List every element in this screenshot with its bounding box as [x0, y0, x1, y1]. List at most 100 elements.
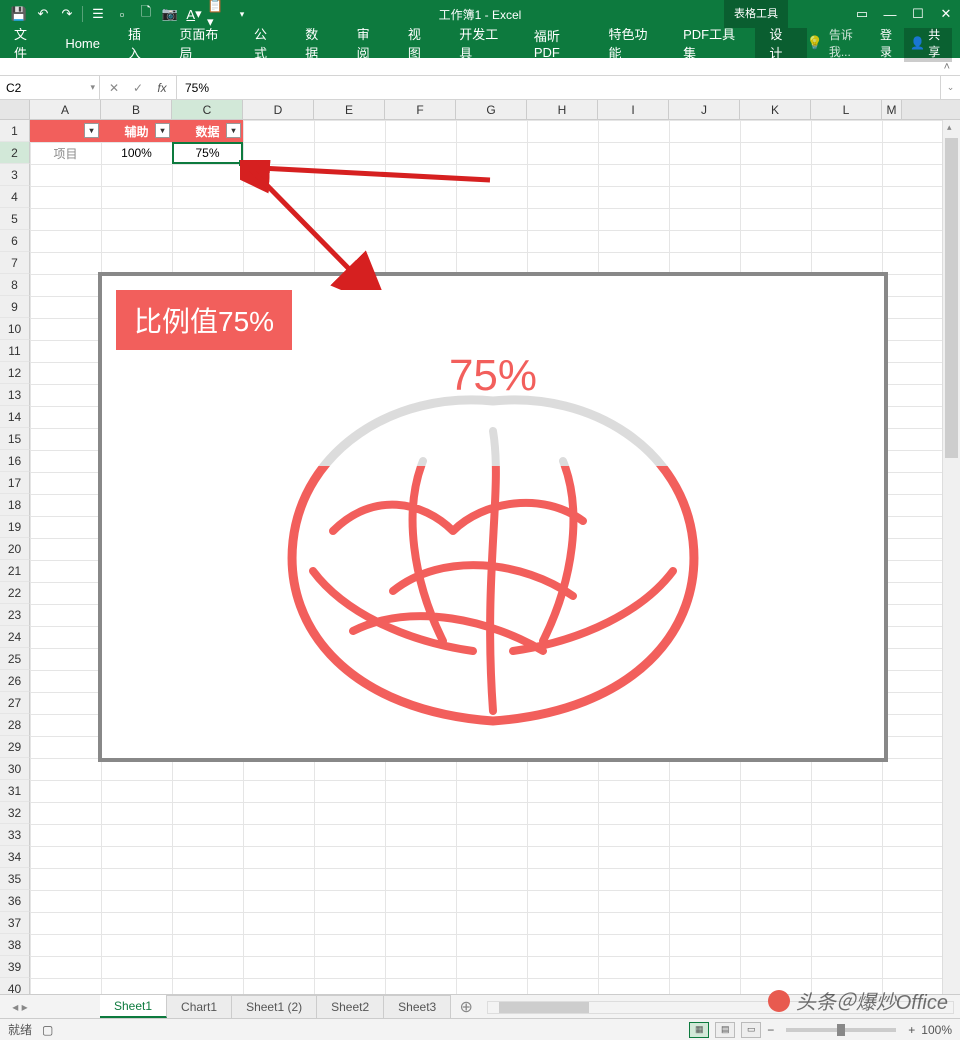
cell-B2[interactable]: 100% — [101, 142, 172, 164]
table-header-A1[interactable]: ▾ — [30, 120, 101, 142]
tab-layout[interactable]: 页面布局 — [165, 28, 240, 58]
col-D[interactable]: D — [243, 100, 314, 119]
filter-icon[interactable]: ▾ — [84, 123, 99, 138]
col-C[interactable]: C — [172, 100, 243, 119]
tab-design[interactable]: 设计 — [755, 28, 806, 58]
embedded-chart[interactable]: 比例值75% 75% — [98, 272, 888, 762]
tab-features[interactable]: 特色功能 — [594, 28, 669, 58]
row-27[interactable]: 27 — [0, 692, 30, 714]
fx-icon[interactable]: fx — [152, 81, 172, 95]
new-sheet-button[interactable]: ⊕ — [451, 995, 481, 1018]
touch-icon[interactable]: ☰ — [87, 3, 109, 25]
enter-icon[interactable]: ✓ — [128, 81, 148, 95]
redo-icon[interactable]: ↷ — [56, 3, 78, 25]
tab-data[interactable]: 数据 — [291, 28, 342, 58]
hscroll-thumb[interactable] — [499, 1002, 589, 1013]
sheet-tab-sheet1[interactable]: Sheet1 — [100, 994, 167, 1018]
row-30[interactable]: 30 — [0, 758, 30, 780]
row-39[interactable]: 39 — [0, 956, 30, 978]
col-A[interactable]: A — [30, 100, 101, 119]
row-15[interactable]: 15 — [0, 428, 30, 450]
tab-review[interactable]: 审阅 — [343, 28, 394, 58]
tell-me-input[interactable]: 告诉我... — [829, 26, 868, 60]
tab-developer[interactable]: 开发工具 — [445, 28, 520, 58]
row-36[interactable]: 36 — [0, 890, 30, 912]
row-23[interactable]: 23 — [0, 604, 30, 626]
tab-pdftools[interactable]: PDF工具集 — [669, 28, 755, 58]
row-17[interactable]: 17 — [0, 472, 30, 494]
row-31[interactable]: 31 — [0, 780, 30, 802]
table-header-B1[interactable]: 辅助 ▾ — [101, 120, 172, 142]
table-header-C1[interactable]: 数据 ▾ — [172, 120, 243, 142]
row-13[interactable]: 13 — [0, 384, 30, 406]
zoom-level[interactable]: 100% — [921, 1023, 952, 1037]
paste-icon[interactable]: 📋▾ — [207, 3, 229, 25]
row-3[interactable]: 3 — [0, 164, 30, 186]
tab-formulas[interactable]: 公式 — [240, 28, 291, 58]
row-12[interactable]: 12 — [0, 362, 30, 384]
zoom-slider[interactable] — [786, 1028, 896, 1032]
row-33[interactable]: 33 — [0, 824, 30, 846]
minimize-icon[interactable]: — — [876, 0, 904, 28]
row-18[interactable]: 18 — [0, 494, 30, 516]
sheet-tab-sheet1-2[interactable]: Sheet1 (2) — [232, 995, 317, 1018]
row-4[interactable]: 4 — [0, 186, 30, 208]
zoom-out-button[interactable]: − — [767, 1023, 774, 1037]
row-8[interactable]: 8 — [0, 274, 30, 296]
row-20[interactable]: 20 — [0, 538, 30, 560]
row-2[interactable]: 2 — [0, 142, 30, 164]
scroll-thumb[interactable] — [945, 138, 958, 458]
cell-A2[interactable]: 项目 — [30, 142, 101, 164]
row-37[interactable]: 37 — [0, 912, 30, 934]
row-32[interactable]: 32 — [0, 802, 30, 824]
sheet-tab-chart1[interactable]: Chart1 — [167, 995, 232, 1018]
row-38[interactable]: 38 — [0, 934, 30, 956]
formula-input[interactable]: 75% — [177, 76, 940, 99]
zoom-slider-thumb[interactable] — [837, 1024, 845, 1036]
new-icon[interactable]: ▫ — [111, 3, 133, 25]
tab-foxit[interactable]: 福昕PDF — [520, 28, 595, 58]
page-layout-view-icon[interactable]: ▤ — [715, 1022, 735, 1038]
row-24[interactable]: 24 — [0, 626, 30, 648]
normal-view-icon[interactable]: ▦ — [689, 1022, 709, 1038]
row-10[interactable]: 10 — [0, 318, 30, 340]
filter-icon[interactable]: ▾ — [155, 123, 170, 138]
select-all-corner[interactable] — [0, 100, 30, 119]
row-28[interactable]: 28 — [0, 714, 30, 736]
col-E[interactable]: E — [314, 100, 385, 119]
row-25[interactable]: 25 — [0, 648, 30, 670]
col-L[interactable]: L — [811, 100, 882, 119]
row-7[interactable]: 7 — [0, 252, 30, 274]
row-16[interactable]: 16 — [0, 450, 30, 472]
font-color-icon[interactable]: A▾ — [183, 3, 205, 25]
col-K[interactable]: K — [740, 100, 811, 119]
print-preview-icon[interactable]: 🗋 — [135, 3, 157, 25]
login-button[interactable]: 登录 — [880, 26, 900, 60]
tab-home[interactable]: Home — [51, 28, 114, 58]
qat-customize-icon[interactable]: ▾ — [231, 3, 253, 25]
macro-record-icon[interactable]: ▢ — [42, 1023, 53, 1037]
col-M[interactable]: M — [882, 100, 902, 119]
maximize-icon[interactable]: ☐ — [904, 0, 932, 28]
row-6[interactable]: 6 — [0, 230, 30, 252]
col-H[interactable]: H — [527, 100, 598, 119]
col-J[interactable]: J — [669, 100, 740, 119]
row-9[interactable]: 9 — [0, 296, 30, 318]
tab-insert[interactable]: 插入 — [114, 28, 165, 58]
row-34[interactable]: 34 — [0, 846, 30, 868]
row-14[interactable]: 14 — [0, 406, 30, 428]
sheet-nav[interactable]: ◂ ▸ — [0, 995, 40, 1018]
close-icon[interactable]: ✕ — [932, 0, 960, 28]
row-11[interactable]: 11 — [0, 340, 30, 362]
save-icon[interactable]: 💾 — [8, 3, 30, 25]
ribbon-options-icon[interactable]: ▭ — [848, 0, 876, 28]
col-I[interactable]: I — [598, 100, 669, 119]
cancel-icon[interactable]: ✕ — [104, 81, 124, 95]
row-21[interactable]: 21 — [0, 560, 30, 582]
row-22[interactable]: 22 — [0, 582, 30, 604]
col-F[interactable]: F — [385, 100, 456, 119]
camera-icon[interactable]: 📷 — [159, 3, 181, 25]
row-35[interactable]: 35 — [0, 868, 30, 890]
filter-icon[interactable]: ▾ — [226, 123, 241, 138]
expand-formula-icon[interactable]: ⌄ — [940, 76, 960, 99]
